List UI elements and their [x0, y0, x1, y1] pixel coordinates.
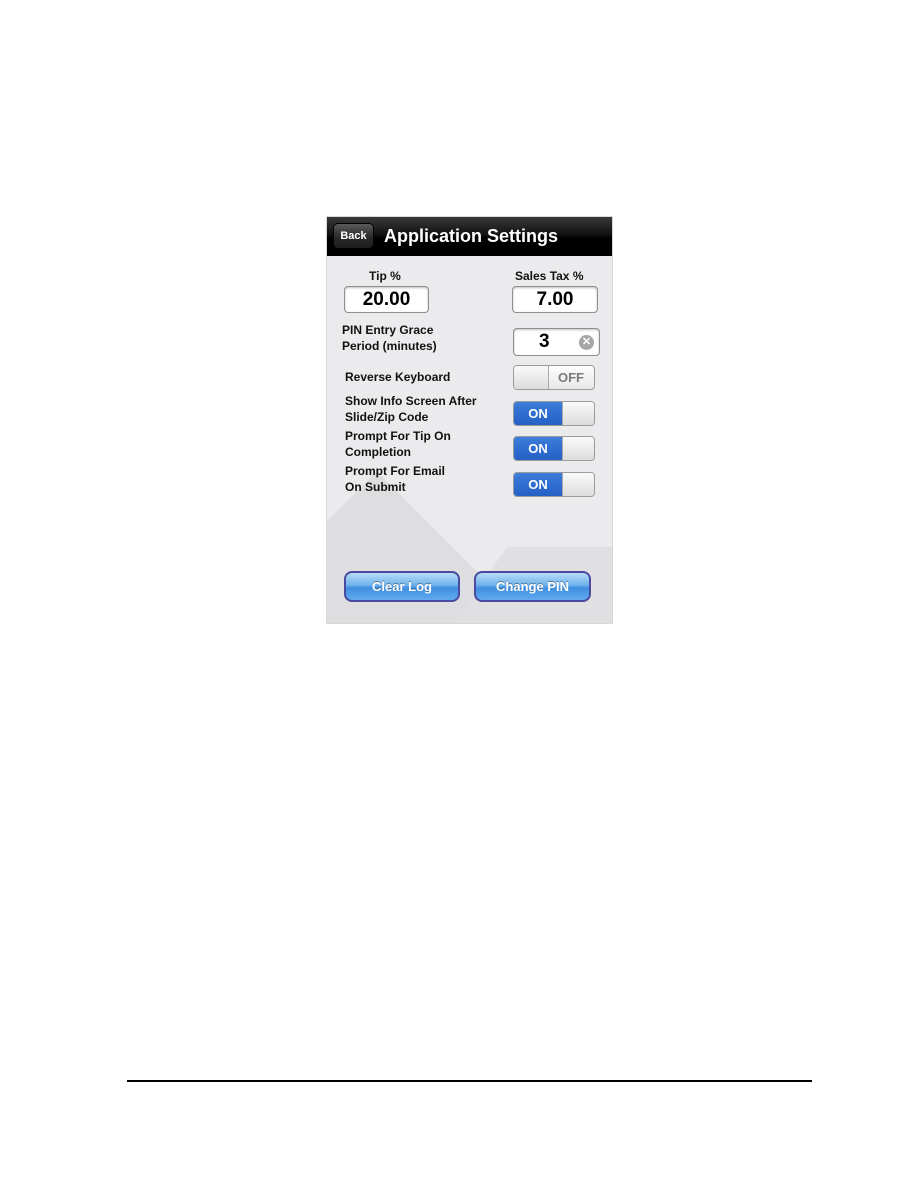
toggle-label: Slide/Zip Code	[345, 410, 429, 424]
toggle-label: Prompt For Tip On	[345, 429, 451, 443]
pin-grace-label-line2: Period (minutes)	[342, 339, 437, 353]
sales-tax-input[interactable]: 7.00	[512, 286, 598, 313]
toggle-state: ON	[514, 402, 562, 425]
toggle-state: ON	[514, 473, 562, 496]
prompt-for-email-toggle[interactable]: ON	[513, 472, 595, 497]
toggle-state: ON	[514, 437, 562, 460]
back-button[interactable]: Back	[333, 223, 374, 249]
show-info-screen-toggle[interactable]: ON	[513, 401, 595, 426]
clear-log-button[interactable]: Clear Log	[344, 571, 460, 602]
change-pin-button[interactable]: Change PIN	[474, 571, 591, 602]
sales-tax-label: Sales Tax %	[515, 269, 584, 283]
app-screen: Back Application Settings Tip % 20.00 Sa…	[326, 216, 613, 624]
tip-input[interactable]: 20.00	[344, 286, 429, 313]
clear-icon[interactable]: ✕	[579, 335, 594, 350]
prompt-for-tip-toggle[interactable]: ON	[513, 436, 595, 461]
toggle-knob	[562, 437, 594, 460]
pin-grace-input[interactable]: 3 ✕	[513, 328, 600, 356]
tip-label: Tip %	[369, 269, 401, 283]
toggle-label: On Submit	[345, 480, 406, 494]
reverse-keyboard-toggle[interactable]: OFF	[513, 365, 595, 390]
toggle-label: Prompt For Email	[345, 464, 446, 478]
navigation-bar: Back Application Settings	[327, 217, 612, 256]
toggle-label: Reverse Keyboard	[345, 370, 451, 384]
pin-grace-value: 3	[539, 331, 550, 352]
page-title: Application Settings	[384, 226, 559, 246]
footer-divider	[127, 1080, 812, 1082]
toggle-knob	[514, 366, 549, 389]
toggle-state: OFF	[558, 370, 584, 385]
toggle-label: Show Info Screen After	[345, 394, 477, 408]
toggle-knob	[562, 402, 594, 425]
pin-grace-label-line1: PIN Entry Grace	[342, 323, 434, 337]
toggle-knob	[562, 473, 594, 496]
toggle-label: Completion	[345, 445, 411, 459]
